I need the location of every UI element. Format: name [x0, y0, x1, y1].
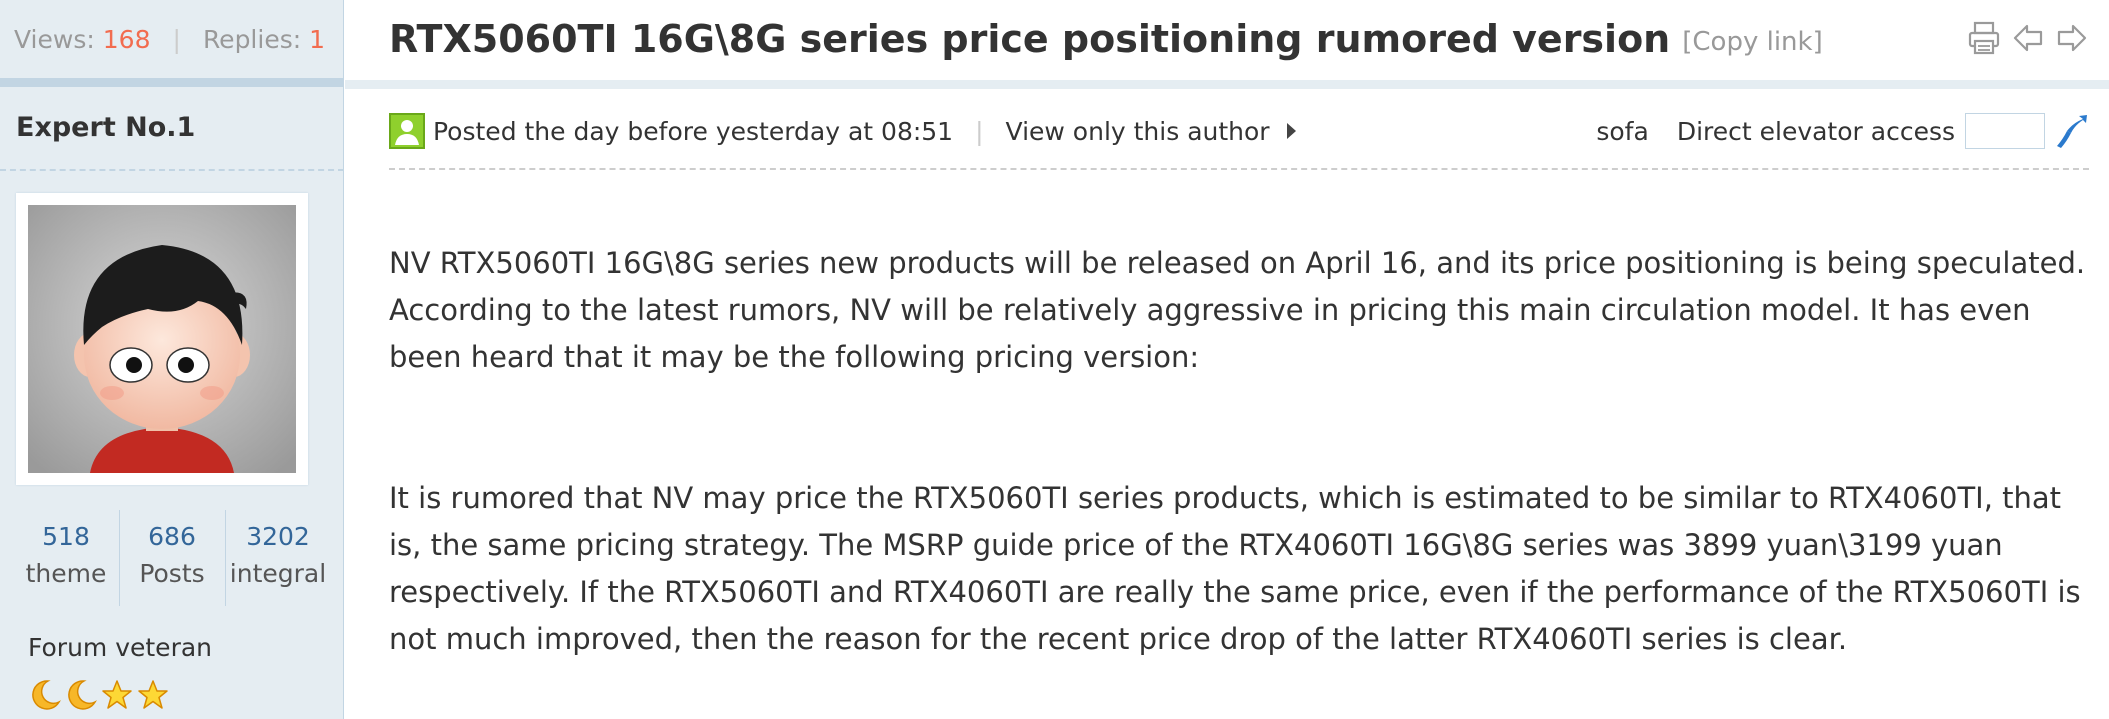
author-divider [0, 169, 344, 171]
thread-toolbar [1967, 20, 2089, 56]
floor-label: sofa [1596, 116, 1649, 146]
stat-value[interactable]: 686 [120, 520, 225, 554]
forum-thread-page: Views: 168 | Replies: 1 Expert No.1 518 … [0, 0, 2109, 719]
post-paragraph: NV RTX5060TI 16G\8G series new products … [389, 246, 2086, 374]
copy-link-button[interactable]: [Copy link] [1682, 27, 1823, 57]
author-stats: 518 theme 686 Posts 3202 integral [0, 510, 344, 606]
jump-label: Direct elevator access [1676, 116, 1955, 146]
author-name[interactable]: Expert No.1 [16, 112, 195, 143]
replies-label: Replies: [202, 24, 302, 54]
stat-label: Posts [139, 559, 205, 588]
jump-go-icon[interactable] [2053, 113, 2089, 149]
print-icon[interactable] [1967, 20, 2001, 56]
stat-label: theme [25, 559, 107, 588]
online-status-icon [389, 113, 425, 149]
view-only-author-link[interactable]: View only this author [1006, 117, 1270, 146]
post-timestamp: Posted the day before yesterday at 08:51 [433, 116, 954, 146]
views-count: 168 [102, 24, 151, 54]
rank-title[interactable]: Forum veteran [28, 633, 212, 662]
post-content: NV RTX5060TI 16G\8G series new products … [389, 240, 2099, 663]
moon-icon [68, 680, 97, 710]
star-icon [102, 680, 132, 709]
author-stat-theme[interactable]: 518 theme [14, 510, 120, 606]
author-stat-integral[interactable]: 3202 integral [226, 510, 331, 606]
author-stat-posts[interactable]: 686 Posts [120, 510, 226, 606]
thread-stats: Views: 168 | Replies: 1 [0, 0, 344, 78]
stat-value[interactable]: 3202 [226, 520, 331, 554]
previous-thread-icon[interactable] [2011, 20, 2045, 56]
star-icon [138, 680, 168, 709]
author-sidebar: Views: 168 | Replies: 1 Expert No.1 518 … [0, 0, 344, 719]
replies-count: 1 [309, 24, 326, 54]
next-thread-icon[interactable] [2055, 20, 2089, 56]
triangle-right-icon[interactable] [1280, 118, 1302, 144]
thread-title: RTX5060TI 16G\8G series price positionin… [389, 17, 1671, 61]
post-paragraph: It is rumored that NV may price the RTX5… [389, 481, 2081, 656]
rank-icons [28, 678, 170, 712]
thread-title-row: RTX5060TI 16G\8G series price positionin… [345, 0, 2109, 78]
meta-separator: | [975, 116, 984, 146]
stat-value[interactable]: 518 [14, 520, 119, 554]
stats-separator: | [172, 24, 181, 54]
meta-divider [389, 168, 2089, 170]
stats-stripe [0, 78, 344, 87]
floor-jump-input[interactable] [1965, 113, 2045, 149]
title-stripe [345, 80, 2109, 89]
avatar[interactable] [16, 193, 308, 485]
stat-label: integral [229, 559, 327, 588]
moon-icon [32, 680, 61, 710]
views-label: Views: [14, 24, 95, 54]
floor-controls: sofa Direct elevator access [1596, 108, 2089, 154]
post-meta: Posted the day before yesterday at 08:51… [389, 108, 2089, 154]
avatar-image [28, 205, 296, 473]
